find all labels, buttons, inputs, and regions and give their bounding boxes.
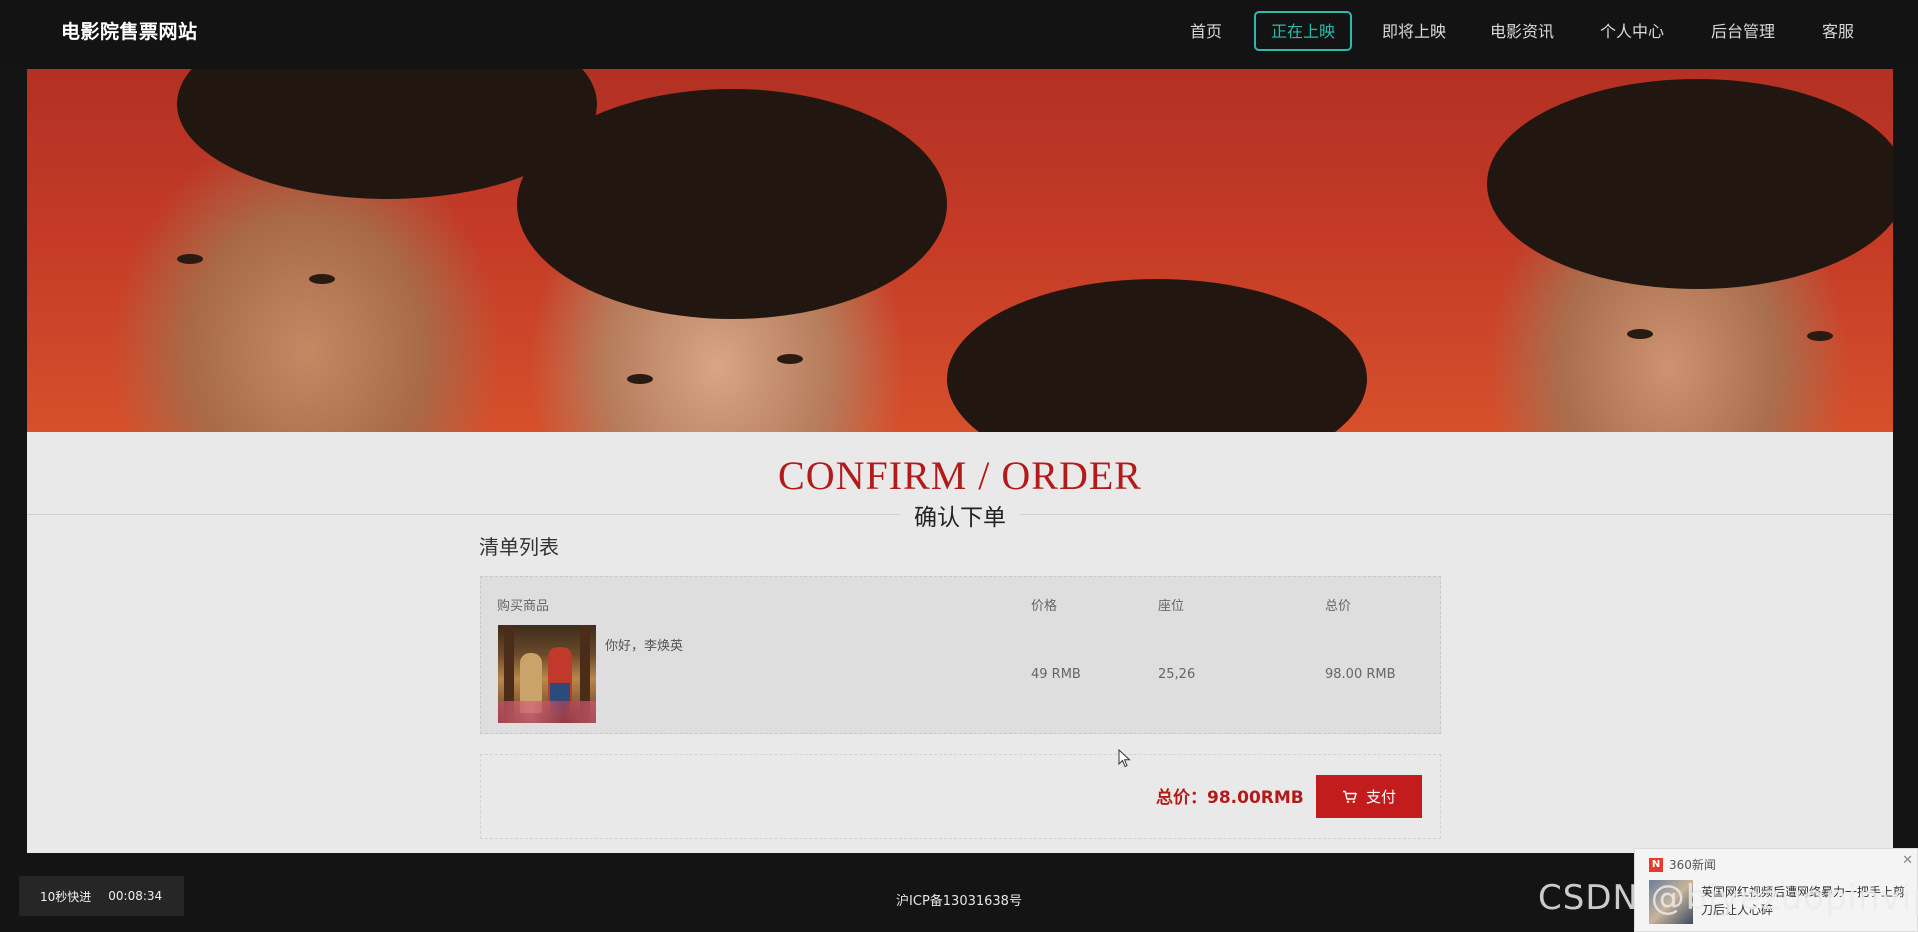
pay-button-label: 支付 — [1365, 789, 1396, 806]
pay-button[interactable]: 支付 — [1316, 775, 1422, 818]
header-seat: 座位 — [1158, 599, 1185, 614]
order-table: 购买商品 价格 座位 总价 你好，李焕英 49 RMB 25,26 98.00 … — [480, 576, 1441, 734]
banner-hair-3 — [947, 279, 1367, 432]
nav-item-coming-soon[interactable]: 即将上映 — [1366, 11, 1462, 51]
grand-total: 总价：98.00RMB — [1156, 788, 1304, 808]
page-title-en: CONFIRM / ORDER — [778, 453, 1142, 498]
movie-name[interactable]: 你好，李焕英 — [605, 635, 683, 654]
banner-hair-2 — [517, 89, 947, 319]
skip-forward-button[interactable]: 10秒快进 — [40, 888, 91, 905]
row-price: 49 RMB — [1031, 667, 1081, 682]
banner-eye — [1807, 331, 1833, 341]
banner-eye — [309, 274, 335, 284]
video-player-bar: 10秒快进 00:08:34 — [19, 876, 184, 916]
row-seat: 25,26 — [1158, 667, 1196, 682]
mouse-cursor-icon — [1118, 749, 1131, 768]
movie-poster-thumbnail[interactable] — [498, 625, 596, 723]
nav-item-home[interactable]: 首页 — [1170, 11, 1242, 51]
header-price: 价格 — [1031, 599, 1058, 614]
header-total: 总价 — [1325, 599, 1352, 614]
order-confirm-section: CONFIRM / ORDER 确认下单 清单列表 购买商品 价格 座位 总价 … — [27, 432, 1893, 853]
csdn-watermark: CSDN @biyezuopinvip — [1538, 878, 1918, 918]
banner-eye — [177, 254, 203, 264]
nav-item-now-showing[interactable]: 正在上映 — [1254, 11, 1352, 51]
close-icon[interactable]: ✕ — [1902, 853, 1913, 868]
nav-item-movie-news[interactable]: 电影资讯 — [1474, 11, 1570, 51]
header-product: 购买商品 — [497, 599, 550, 614]
poster-flowers — [498, 701, 596, 723]
list-title: 清单列表 — [479, 535, 559, 559]
banner-hair-4 — [1487, 79, 1893, 289]
news-source: 360新闻 — [1669, 858, 1716, 872]
cart-icon — [1342, 790, 1357, 803]
site-logo[interactable]: 电影院售票网站 — [61, 17, 198, 44]
hero-banner-image — [27, 69, 1893, 432]
top-navbar: 电影院售票网站 首页 正在上映 即将上映 电影资讯 个人中心 后台管理 客服 — [0, 0, 1918, 69]
banner-eye — [1627, 329, 1653, 339]
banner-eye — [777, 354, 803, 364]
banner-eye — [627, 374, 653, 384]
nav-item-support[interactable]: 客服 — [1796, 11, 1880, 51]
nav-item-user-center[interactable]: 个人中心 — [1584, 11, 1680, 51]
playback-time: 00:08:34 — [108, 889, 163, 903]
row-total: 98.00 RMB — [1325, 667, 1396, 682]
order-summary: 总价：98.00RMB 支付 — [480, 754, 1441, 839]
page-title-cn-wrapper: 确认下单 — [27, 498, 1893, 532]
news-popup-header: N 360新闻 — [1649, 856, 1716, 873]
page-title-cn: 确认下单 — [900, 505, 1020, 531]
nav-item-admin[interactable]: 后台管理 — [1695, 11, 1791, 51]
news-logo-icon: N — [1649, 857, 1663, 872]
